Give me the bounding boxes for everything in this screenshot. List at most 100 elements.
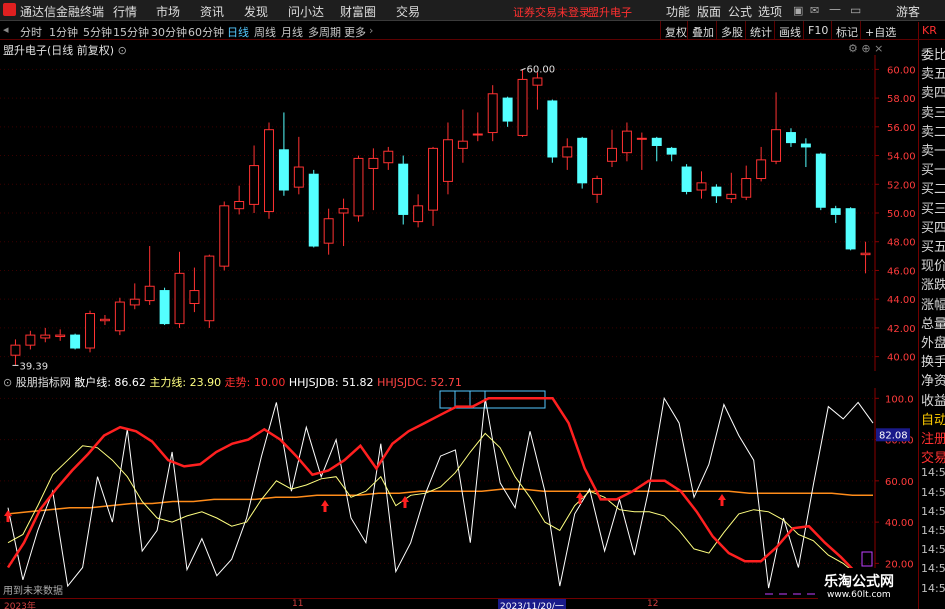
sidebar-item-19[interactable]: 自动	[921, 409, 945, 428]
menu-item-news[interactable]: 资讯	[200, 3, 224, 20]
login-status[interactable]: 证券交易未登录	[513, 4, 590, 20]
sidebar-item-6[interactable]: 买一	[921, 159, 945, 178]
period-tab-monthly[interactable]: 月线	[281, 24, 303, 40]
kr-badge[interactable]: KR	[918, 22, 945, 39]
sidebar-item-13[interactable]: 涨幅	[921, 294, 945, 313]
candle-body-22	[338, 208, 349, 214]
period-tab-multi[interactable]: 多周期	[308, 24, 341, 40]
period-tab-60min[interactable]: 60分钟	[188, 24, 224, 40]
chevron-left-icon[interactable]: ◂	[3, 23, 9, 36]
period-tab-more[interactable]: 更多	[344, 24, 366, 40]
candle-body-3	[55, 334, 66, 338]
sidebar-item-20[interactable]: 注册	[921, 428, 945, 447]
candle-body-23	[353, 157, 364, 217]
sidebar-item-12[interactable]: 涨跌	[921, 274, 945, 293]
sidebar-item-27[interactable]: 14:56	[921, 562, 945, 575]
candle-body-6	[99, 318, 110, 322]
toolbar-btn-multi[interactable]: 多股	[716, 21, 747, 40]
minimize-icon[interactable]: —	[829, 2, 841, 16]
candle-body-41	[621, 130, 632, 154]
candle-body-30	[457, 140, 468, 149]
candle-body-21	[323, 218, 334, 244]
y-tick-label-10: 60.00	[887, 65, 916, 76]
y-tick-label-4: 48.00	[887, 238, 916, 249]
ind-y-tick-label-1: 40.00	[885, 518, 914, 529]
candle-body-16	[249, 165, 260, 205]
candle-body-11	[174, 272, 185, 325]
high-annotation: 60.00	[527, 64, 556, 75]
sidebar-item-7[interactable]: 买二	[921, 178, 945, 197]
sidebar-item-18[interactable]: 收益	[921, 390, 945, 409]
sidebar-item-22[interactable]: 14:55	[921, 466, 945, 479]
candle-body-38	[577, 137, 588, 184]
sidebar-item-2[interactable]: 卖四	[921, 82, 945, 101]
period-tab-1min[interactable]: 1分钟	[49, 24, 78, 40]
sidebar-item-28[interactable]: 14:56	[921, 582, 945, 595]
period-tab-daily[interactable]: 日线	[227, 24, 249, 40]
sidebar-item-8[interactable]: 买三	[921, 198, 945, 217]
lock-icon[interactable]: ▣	[793, 4, 803, 17]
watermark-logo: 乐淘公式网 www.60lt.com	[818, 568, 918, 608]
sidebar-item-24[interactable]: 14:56	[921, 505, 945, 518]
toolbar-btn-mark[interactable]: 标记	[831, 21, 862, 40]
sidebar-item-15[interactable]: 外盘	[921, 332, 945, 351]
candle-body-20	[308, 173, 319, 247]
window-icon[interactable]: ▭	[850, 3, 861, 17]
candle-body-35	[532, 77, 543, 86]
menu-item-trade[interactable]: 交易	[396, 3, 420, 20]
y-tick-label-9: 58.00	[887, 94, 916, 105]
menu-item-formula[interactable]: 公式	[728, 3, 752, 20]
series-line-2	[6, 397, 874, 582]
period-tab-30min[interactable]: 30分钟	[151, 24, 187, 40]
menu-item-function[interactable]: 功能	[666, 3, 690, 20]
indicator-chart[interactable]: 20.0040.0060.0080.00100.082.08	[0, 388, 918, 598]
period-tab-weekly[interactable]: 周线	[254, 24, 276, 40]
period-tab-15min[interactable]: 15分钟	[113, 24, 149, 40]
sidebar-item-10[interactable]: 买五	[921, 236, 945, 255]
sidebar-item-9[interactable]: 买四	[921, 217, 945, 236]
sidebar-item-14[interactable]: 总量	[921, 313, 945, 332]
sidebar-item-1[interactable]: 卖五	[921, 63, 945, 82]
sidebar-item-3[interactable]: 卖三	[921, 102, 945, 121]
chart-settings-icons[interactable]: ⚙ ⊕ ×	[848, 42, 883, 55]
sidebar-item-25[interactable]: 14:56	[921, 524, 945, 537]
period-tab-intraday[interactable]: 分时	[20, 24, 42, 40]
menu-item-exchange[interactable]: 市场	[156, 3, 180, 20]
menu-item-wealth[interactable]: 财富圈	[340, 3, 376, 20]
y-tick-label-1: 42.00	[887, 324, 916, 335]
toolbar-btn-stats[interactable]: 统计	[745, 21, 776, 40]
watermark-text: 乐淘公式网	[824, 574, 894, 590]
toolbar-btn-favorite[interactable]: +自选	[860, 21, 900, 40]
candle-body-40	[607, 147, 617, 162]
user-guest[interactable]: 游客	[896, 3, 920, 20]
toolbar-btn-f10[interactable]: F10	[803, 21, 832, 40]
candle-body-53	[800, 143, 811, 148]
candle-body-56	[845, 208, 856, 250]
candle-body-12	[189, 290, 200, 304]
root: 通达信金融终端 行情 市场 资讯 发现 问小达 财富圈 交易 证券交易未登录 盟…	[0, 0, 945, 609]
menu-item-discover[interactable]: 发现	[244, 3, 268, 20]
candle-body-36	[547, 100, 558, 158]
sidebar-item-11[interactable]: 现价	[921, 255, 945, 274]
toolbar-btn-draw[interactable]: 画线	[774, 21, 805, 40]
sidebar-item-23[interactable]: 14:55	[921, 486, 945, 499]
signal-box-0	[439, 390, 456, 409]
menu-item-ask[interactable]: 问小达	[288, 3, 324, 20]
menu-item-layout[interactable]: 版面	[697, 3, 721, 20]
y-tick-label-2: 44.00	[887, 295, 916, 306]
candlestick-chart[interactable]: 40.00 42.00 44.00 46.00 48.00 50.00 52.00 54.00…	[0, 55, 918, 371]
sidebar-item-5[interactable]: 卖一	[921, 140, 945, 159]
menu-item-options[interactable]: 选项	[758, 3, 782, 20]
sidebar-item-21[interactable]: 交易	[921, 447, 945, 466]
sidebar-item-0[interactable]: 委比	[921, 44, 945, 63]
menu-item-market[interactable]: 行情	[113, 3, 137, 20]
candle-body-47	[711, 186, 722, 197]
x-label-dec: 12	[647, 599, 659, 609]
toolbar-btn-overlay[interactable]: 叠加	[687, 21, 718, 40]
sidebar-item-26[interactable]: 14:56	[921, 543, 945, 556]
period-tab-5min[interactable]: 5分钟	[83, 24, 112, 40]
mail-icon[interactable]: ✉	[810, 4, 819, 17]
sidebar-item-16[interactable]: 换手	[921, 351, 945, 370]
sidebar-item-4[interactable]: 卖二	[921, 121, 945, 140]
sidebar-item-17[interactable]: 净资	[921, 370, 945, 389]
